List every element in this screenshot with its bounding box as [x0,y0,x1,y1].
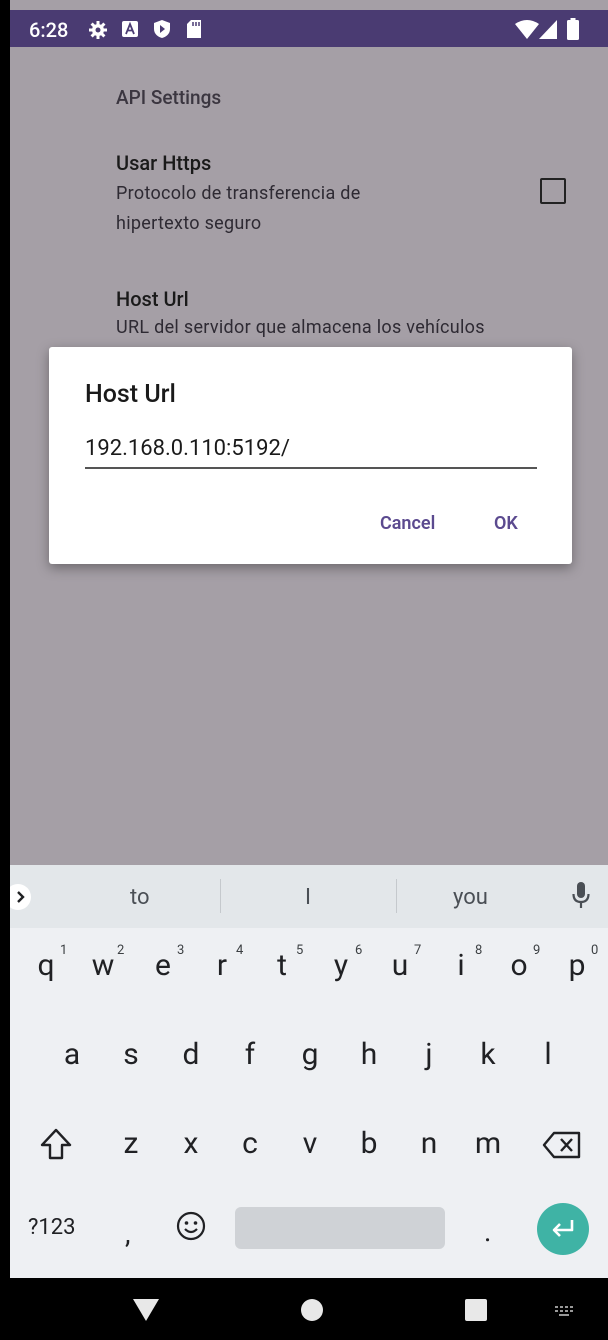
host-summary: URL del servidor que almacena los vehícu… [116,317,485,338]
emoji-icon[interactable] [175,1210,207,1242]
suggestion-3[interactable]: you [453,885,488,910]
key-hint-5: 5 [296,943,304,958]
app-a-icon [122,21,138,37]
https-checkbox[interactable] [540,178,566,204]
category-title: API Settings [116,86,222,109]
key-hint-0: 0 [591,943,599,958]
cancel-button[interactable]: Cancel [380,513,435,534]
keyboard-switch-icon[interactable] [555,1306,575,1316]
soft-keyboard: to I you q1w2e3r4t5y6u7i8o9p0asdfghjklzx… [10,865,608,1278]
suggestion-divider [220,879,221,913]
cell-signal-icon [539,20,557,39]
host-url-dialog: Host Url Cancel OK [49,347,572,564]
key-h[interactable]: h [344,1037,394,1072]
key-k[interactable]: k [463,1037,513,1072]
key-m[interactable]: m [463,1126,513,1161]
enter-arrow-icon [552,1220,574,1237]
key-hint-2: 2 [117,943,125,958]
suggestion-divider [396,879,397,913]
key-hint-4: 4 [236,943,244,958]
key-v[interactable]: v [285,1126,335,1161]
status-bar: 6:28 [10,10,608,47]
key-hint-3: 3 [177,943,185,958]
home-circle-icon[interactable] [300,1298,324,1322]
battery-icon [567,18,579,40]
key-j[interactable]: j [404,1037,454,1072]
dialog-title: Host Url [85,380,176,409]
key-hint-9: 9 [533,943,541,958]
expand-toolbar-icon[interactable] [10,884,34,910]
sd-card-icon [187,20,201,38]
suggestion-2[interactable]: I [305,885,311,910]
screen: 6:28 API Settings Usar Https Protocolo d… [10,0,608,1278]
key-hint-6: 6 [355,943,363,958]
host-url-input[interactable] [85,429,537,469]
key-l[interactable]: l [523,1037,573,1072]
https-title: Usar Https [116,151,212,175]
comma-key[interactable]: , [125,1217,131,1250]
key-hint-7: 7 [414,943,422,958]
key-z[interactable]: z [106,1126,156,1161]
key-s[interactable]: s [106,1037,156,1072]
shift-icon[interactable] [39,1127,73,1161]
key-n[interactable]: n [404,1126,454,1161]
suggestion-bar: to I you [10,865,608,928]
recents-square-icon[interactable] [465,1299,487,1321]
wifi-icon [515,20,539,39]
key-hint-1: 1 [60,943,68,958]
https-summary: Protocolo de transferencia de hipertexto… [116,183,361,234]
key-c[interactable]: c [225,1126,275,1161]
period-key[interactable]: . [484,1215,491,1248]
back-triangle-icon[interactable] [132,1298,160,1322]
microphone-icon[interactable] [571,881,591,911]
key-a[interactable]: a [47,1037,97,1072]
key-hint-8: 8 [475,943,483,958]
navigation-bar [0,1278,608,1340]
status-time: 6:28 [29,18,69,42]
backspace-icon[interactable] [542,1130,582,1160]
key-f[interactable]: f [225,1037,275,1072]
shield-icon [154,20,170,38]
key-d[interactable]: d [166,1037,216,1072]
key-x[interactable]: x [166,1126,216,1161]
enter-key[interactable] [537,1203,589,1255]
settings-icon [89,21,107,39]
key-g[interactable]: g [285,1037,335,1072]
space-key[interactable] [235,1207,445,1249]
host-title: Host Url [116,287,189,311]
symbols-key[interactable]: ?123 [28,1215,76,1240]
ok-button[interactable]: OK [494,513,518,534]
key-b[interactable]: b [344,1126,394,1161]
suggestion-1[interactable]: to [130,885,150,910]
